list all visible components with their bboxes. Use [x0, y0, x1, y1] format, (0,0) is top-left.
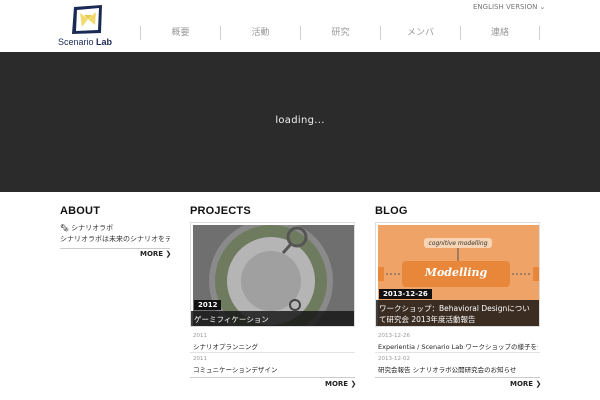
main-nav: 概要 活動 研究 メンバ 連絡 [140, 26, 540, 40]
project-item-title[interactable]: コミュニケーションデザイン [193, 364, 353, 374]
blog-feature-card[interactable]: cognitive modelling Modelling 2013-12-26… [375, 222, 540, 327]
nav-item-4[interactable]: メンバ [380, 26, 460, 40]
nav-item-3[interactable]: 研究 [300, 26, 380, 40]
blog-image-label-top: cognitive modelling [428, 240, 488, 247]
nav-item-1[interactable]: 概要 [140, 26, 220, 40]
project-item-divider [190, 352, 355, 353]
blog-item-title[interactable]: Experientia / Scenario Lab ワークショップの様子を公開… [378, 341, 538, 351]
hero-slider: loading... [0, 52, 600, 192]
project-item-date: 2011 [193, 333, 207, 339]
blog-feature-caption: ワークショップ：Behavioral Designについて研究会 2013年度活… [376, 300, 539, 326]
blog-more-link[interactable]: MORE ❯ [510, 380, 541, 388]
blog-title: BLOG [375, 205, 408, 217]
nav-item-2[interactable]: 活動 [220, 26, 300, 40]
blog-divider [375, 377, 540, 378]
project-item-title[interactable]: シナリオプランニング [193, 341, 353, 351]
projects-title: PROJECTS [190, 205, 251, 217]
about-more-link[interactable]: MORE ❯ [140, 250, 171, 258]
logo-icon [72, 5, 102, 34]
about-heading[interactable]: 🗞 シナリオラボ [60, 223, 170, 233]
project-item-date: 2011 [193, 356, 207, 362]
english-version-link[interactable]: ENGLISH VERSION ⌄ [473, 3, 545, 11]
projects-divider [190, 377, 355, 378]
blog-item-date: 2013-12-02 [378, 356, 410, 362]
about-title: ABOUT [60, 205, 101, 217]
about-text: シナリオラボは未来のシナリオをデザインする研究室です [60, 235, 170, 243]
about-divider [60, 248, 170, 249]
nav-item-5[interactable]: 連絡 [460, 26, 540, 40]
site-logo[interactable]: Scenario Lab [58, 3, 118, 49]
logo-wordmark: Scenario Lab [58, 37, 113, 47]
projects-more-link[interactable]: MORE ❯ [325, 380, 356, 388]
blog-item-date: 2013-12-26 [378, 333, 410, 339]
project-year-tag: 2012 [194, 300, 222, 310]
blog-image-label-main: Modelling [424, 266, 488, 279]
blog-item-title[interactable]: 研究会報告 シナリオラボ公開研究会のお知らせ [378, 364, 538, 374]
project-feature-caption: ゲーミフィケーション [191, 311, 354, 326]
blog-item-divider [375, 352, 540, 353]
projects-feature-card[interactable]: 2012 ゲーミフィケーション [190, 222, 355, 327]
loading-text: loading... [275, 115, 325, 126]
blog-date-tag: 2013-12-26 [379, 289, 432, 299]
site-header: Scenario Lab ENGLISH VERSION ⌄ 概要 活動 研究 … [0, 0, 600, 52]
